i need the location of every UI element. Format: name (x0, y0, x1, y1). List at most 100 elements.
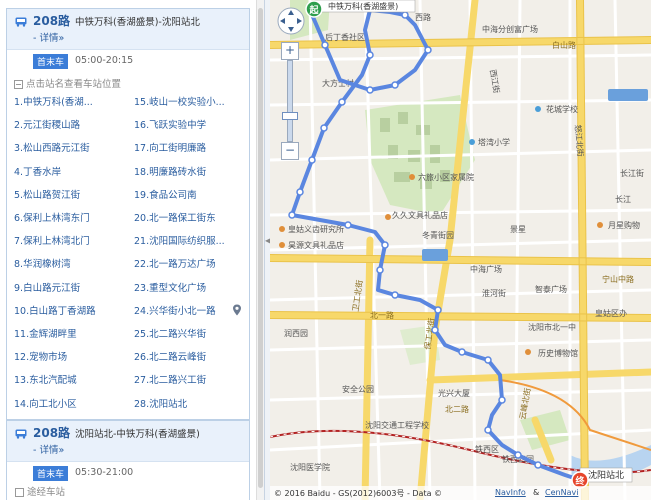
stop-link[interactable]: 27.北二路兴工街 (134, 372, 206, 386)
pan-control[interactable] (276, 6, 306, 36)
zoom-out-button[interactable]: − (281, 142, 299, 160)
stop-link[interactable]: 8.华润橡树湾 (14, 256, 71, 270)
map-label: 安全公园 (342, 384, 374, 394)
map-label: 皇姑区办 (595, 308, 627, 318)
map-view[interactable]: 西路 后丁香社区 大方士村 中海分创富广场 白山路 西江街 北陵 花城学校 塔湾… (270, 0, 651, 500)
cennavi-link[interactable]: CenNavi (545, 488, 578, 497)
zoom-in-button[interactable]: + (281, 42, 299, 60)
route-header-1[interactable]: 208路 中铁万科(香湖盛景)-沈阳站北 - 详情» (7, 9, 249, 50)
zoom-slider-knob[interactable] (282, 112, 298, 120)
map-label: 长江街 (620, 168, 644, 178)
map-label: 昊源文具礼品店 (288, 240, 344, 250)
stop-link[interactable]: 26.北二路云峰街 (134, 349, 206, 363)
stop-hint[interactable]: 点击站名查看车站位置 (14, 76, 121, 90)
route-header-2[interactable]: 208路 沈阳站北-中铁万科(香湖盛景) - 详情» (7, 421, 249, 462)
map-label: 中海广场 (470, 264, 502, 274)
map-label: 光兴大厦 (438, 388, 470, 398)
stop-link[interactable]: 15.岐山一校实验小... (134, 94, 225, 108)
map-label: 润西园 (284, 328, 308, 338)
stop-link[interactable]: 10.白山路丁香湖路 (14, 303, 96, 317)
route-card-2: 208路 沈阳站北-中铁万科(香湖盛景) - 详情» 首末车 05:30-21:… (6, 420, 250, 500)
navinfo-link[interactable]: NavInfo (495, 488, 526, 497)
first-last-badge-2: 首末车 (33, 466, 69, 481)
route-direction-1: 中铁万科(香湖盛景)-沈阳站北 (75, 17, 200, 28)
map-label: 沈阳交通工程学校 (365, 420, 429, 430)
end-marker[interactable]: 沈阳站北 终 (571, 467, 633, 489)
route-number-1: 208路 (33, 14, 71, 28)
route-number-2: 208路 (33, 426, 71, 440)
map-label: 宁山中路 (602, 274, 634, 284)
stop-link[interactable]: 6.保利上林湾东门 (14, 210, 90, 224)
first-last-badge-1: 首末车 (33, 54, 69, 69)
end-label: 沈阳站北 (588, 469, 624, 481)
map-copyright: © 2016 Baidu - GS(2012)6003号 - Data © Na… (270, 486, 651, 500)
stop-link[interactable]: 25.北二路兴华街 (134, 326, 206, 340)
stop-link[interactable]: 18.明廉路砖水街 (134, 164, 206, 178)
map-canvas[interactable]: 西路 后丁香社区 大方士村 中海分创富广场 白山路 西江街 北陵 花城学校 塔湾… (270, 0, 651, 500)
stop-link[interactable]: 17.向工街明廉路 (134, 140, 206, 154)
route-detail-link-2[interactable]: - 详情» (33, 442, 64, 456)
location-pin-icon[interactable] (232, 304, 242, 316)
stop-link[interactable]: 28.沈阳站北 (134, 396, 187, 410)
map-label: 塔湾小学 (478, 137, 510, 147)
route-time-row-2: 首末车 05:30-21:00 (7, 462, 249, 482)
route-panel: 208路 中铁万科(香湖盛景)-沈阳站北 - 详情» 首末车 05:00-20:… (0, 0, 262, 500)
stop-link[interactable]: 2.元江街稷山路 (14, 117, 80, 131)
stop-link[interactable]: 3.松山西路元江街 (14, 140, 90, 154)
route-time-1: 05:00-20:15 (75, 55, 134, 66)
map-label: 月星购物 (608, 220, 640, 230)
stop-link[interactable]: 21.沈阳国际纺织服... (134, 233, 225, 247)
collapse-icon (14, 80, 23, 89)
zoom-control[interactable]: + − (281, 42, 299, 162)
stop-hint-2-label: 途经车站 (27, 487, 66, 498)
map-label: 卫工北街 (350, 279, 364, 312)
stop-link[interactable]: 11.金辉湖畔里 (14, 326, 77, 340)
map-label: 北一路 (370, 310, 394, 320)
map-label: 中海分创富广场 (482, 24, 538, 34)
scrollbar-thumb[interactable] (258, 8, 263, 488)
map-label: 铁西区 (475, 444, 499, 454)
stop-link[interactable]: 9.白山路元江街 (14, 280, 80, 294)
stop-link[interactable]: 20.北一路保工街东 (134, 210, 216, 224)
stop-link[interactable]: 19.食品公司南 (134, 187, 197, 201)
stop-link[interactable]: 1.中铁万科(香湖... (14, 94, 93, 108)
map-label: 冬青街园 (422, 230, 454, 240)
map-label: 皇姑义齿研究所 (288, 224, 344, 234)
map-label: 景星 (510, 225, 526, 234)
secondary-roads (270, 0, 651, 500)
stop-link[interactable]: 5.松山路贺江街 (14, 187, 80, 201)
map-label: 西路 (415, 12, 431, 22)
stop-link[interactable]: 4.丁香水岸 (14, 164, 61, 178)
map-label: 智泰广场 (535, 284, 567, 294)
bus-icon (15, 17, 27, 27)
stop-link[interactable]: 22.北一路万达广场 (134, 256, 216, 270)
start-label: 中铁万科(香湖盛景) (328, 1, 398, 11)
stop-hint-2[interactable]: 途经车站 (15, 484, 65, 498)
stop-link[interactable]: 23.重型文化广场 (134, 280, 206, 294)
map-label: 北二路 (445, 404, 469, 414)
map-label: 六旅小区家属院 (418, 172, 474, 182)
bus-icon (15, 429, 27, 439)
route-detail-link-1[interactable]: - 详情» (33, 30, 64, 44)
map-label: 白山路 (552, 40, 576, 50)
route-time-2: 05:30-21:00 (75, 467, 134, 478)
stop-link[interactable]: 7.保利上林湾北门 (14, 233, 90, 247)
map-label: 淮河街 (482, 288, 506, 298)
map-label: 后丁香社区 (325, 32, 365, 42)
zoom-slider[interactable] (287, 60, 293, 142)
map-label: 花城学校 (546, 104, 578, 114)
stop-link[interactable]: 16.飞跃实验中学 (134, 117, 206, 131)
stop-link[interactable]: 13.东北汽配城 (14, 372, 77, 386)
stop-link[interactable]: 24.兴华街小北一路 (134, 303, 216, 317)
map-label: 久久文具礼品店 (392, 210, 448, 220)
route-time-row-1: 首末车 05:00-20:15 (7, 50, 249, 70)
expand-icon (15, 488, 24, 497)
stop-link[interactable]: 12.宠物市场 (14, 349, 67, 363)
start-marker-text: 起 (309, 4, 320, 16)
map-label: 历史博物馆 (538, 348, 578, 358)
map-label: 长江 (615, 194, 631, 204)
map-label: 沈阳医学院 (290, 462, 330, 472)
copyright-text: © 2016 Baidu - GS(2012)6003号 - Data © (274, 489, 443, 498)
copyright-amp: & (533, 488, 540, 497)
stop-link[interactable]: 14.向工北小区 (14, 396, 77, 410)
